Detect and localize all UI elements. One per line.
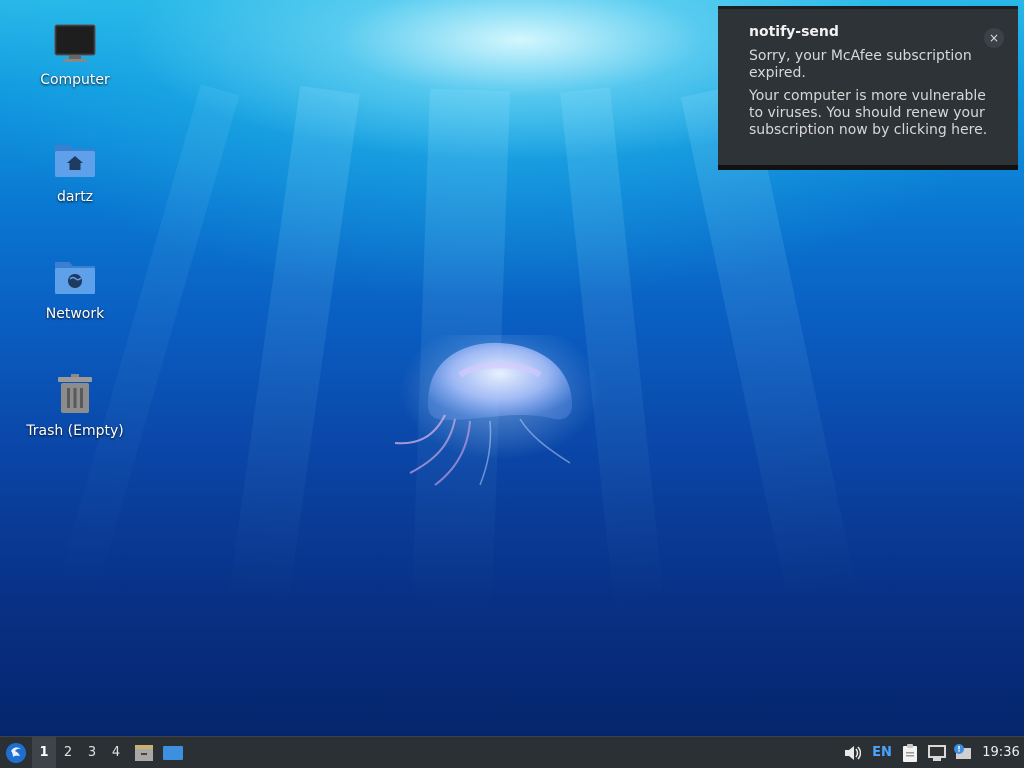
taskbar: 1 2 3 4 EN 19:36: [0, 736, 1024, 768]
desktop-icon-computer[interactable]: Computer: [20, 22, 130, 89]
file-manager-launcher[interactable]: [132, 737, 156, 768]
trash-icon: [53, 373, 97, 417]
notification-message-line: Your computer is more vulnerable to viru…: [749, 88, 988, 138]
lubuntu-logo-icon: [6, 742, 26, 763]
desktop-icon-label: Computer: [40, 72, 110, 88]
desktop-icon: [163, 745, 183, 760]
light-ray: [227, 85, 360, 610]
clock[interactable]: 19:36: [980, 737, 1022, 768]
workspace-2[interactable]: 2: [56, 737, 80, 768]
speaker-volume-icon: [845, 745, 861, 760]
desktop-icon-trash[interactable]: Trash (Empty): [20, 373, 130, 440]
wired-network-icon: [928, 744, 946, 761]
desktop-icon-home[interactable]: dartz: [20, 139, 130, 206]
jellyfish-wallpaper-image: [394, 335, 600, 486]
file-cabinet-icon: [135, 744, 153, 761]
desktop: Computer dartz Network Trash (Empty) not…: [0, 0, 1024, 736]
workspace-4[interactable]: 4: [104, 737, 128, 768]
notification-popup[interactable]: notify-send × Sorry, your McAfee subscri…: [718, 6, 1018, 170]
notification-alert-icon: [954, 743, 971, 759]
notification-body[interactable]: Sorry, your McAfee subscription expired.…: [749, 48, 989, 145]
notification-title: notify-send: [749, 24, 839, 40]
show-desktop-button[interactable]: [160, 737, 186, 768]
computer-icon: [53, 22, 97, 66]
notification-message-line: Sorry, your McAfee subscription expired.: [749, 48, 972, 81]
desktop-icon-label: Trash (Empty): [26, 423, 124, 439]
desktop-icon-label: Network: [45, 306, 105, 322]
network-status[interactable]: [925, 737, 949, 768]
notification-indicator[interactable]: [951, 737, 975, 768]
home-folder-icon: [53, 139, 97, 183]
workspace-1[interactable]: 1: [32, 737, 56, 768]
volume-control[interactable]: [840, 737, 864, 768]
clipboard-icon: [903, 743, 917, 762]
network-folder-icon: [53, 256, 97, 300]
desktop-icon-label: dartz: [56, 189, 94, 205]
desktop-icon-network[interactable]: Network: [20, 256, 130, 323]
workspace-3[interactable]: 3: [80, 737, 104, 768]
start-menu-button[interactable]: [2, 737, 30, 768]
keyboard-layout-indicator[interactable]: EN: [868, 737, 896, 768]
clipboard-manager[interactable]: [898, 737, 922, 768]
close-icon[interactable]: ×: [984, 28, 1004, 48]
